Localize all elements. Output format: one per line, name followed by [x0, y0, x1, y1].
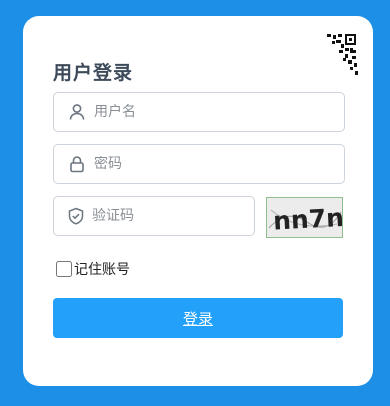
remember-checkbox[interactable] — [56, 261, 72, 277]
username-input[interactable] — [94, 104, 344, 120]
user-icon — [67, 102, 87, 122]
lock-icon — [67, 154, 87, 174]
shield-check-icon — [67, 206, 85, 226]
captcha-image[interactable]: nn7n — [266, 197, 343, 238]
password-field[interactable] — [53, 144, 345, 184]
login-button[interactable]: 登录 — [53, 298, 343, 338]
username-field[interactable] — [53, 92, 345, 132]
remember-label: 记住账号 — [74, 262, 130, 278]
qr-code-icon[interactable] — [319, 32, 359, 80]
remember-account[interactable]: 记住账号 — [56, 259, 130, 279]
captcha-text: nn7n — [272, 203, 342, 236]
captcha-input[interactable] — [92, 208, 266, 224]
page-title: 用户登录 — [53, 62, 134, 84]
captcha-field[interactable] — [53, 196, 266, 236]
login-card: 用户登录 用户名 验证码 nn7n 记住账号 登录 — [23, 16, 373, 386]
password-input[interactable] — [94, 156, 344, 172]
